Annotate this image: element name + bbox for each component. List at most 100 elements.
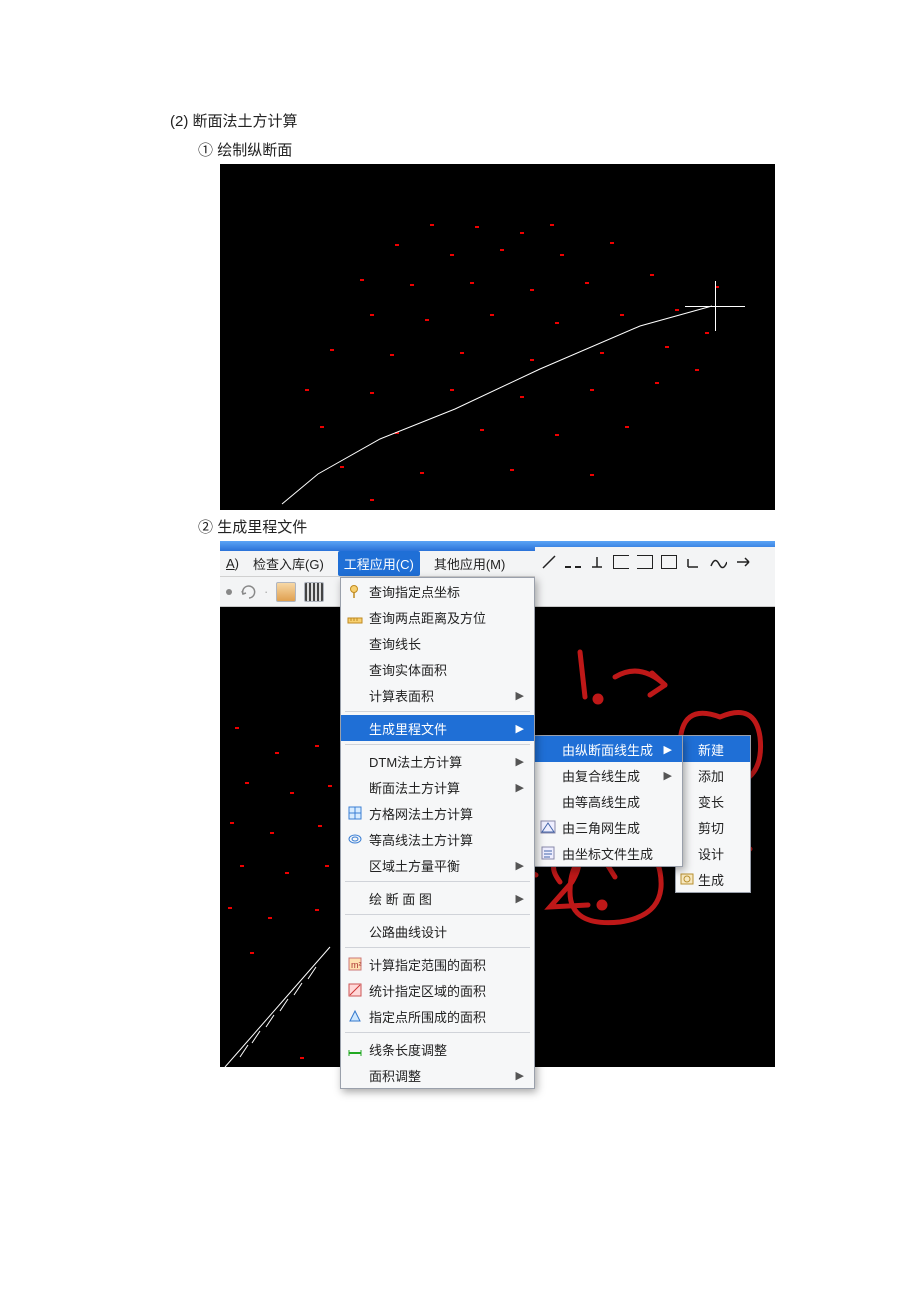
angle-tool-icon[interactable] [685,554,701,570]
cad-viewport[interactable] [220,164,775,510]
rect-open-icon[interactable] [613,555,629,569]
submenu-arrow-icon: ▶ [664,743,672,756]
rect-open2-icon[interactable] [637,555,653,569]
menu-item[interactable]: 公路曲线设计 [341,918,534,944]
dashline-tool-icon[interactable] [565,556,581,568]
subsection-title: 生成里程文件 [217,519,307,536]
document-page: (2) 断面法土方计算 ① 绘制纵断面 ② 生成里程文件 [0,0,920,1067]
menu-item[interactable]: 指定点所围成的面积 [341,1003,534,1029]
menu-separator [345,881,530,882]
arrow-tool-icon[interactable] [735,554,753,570]
undo-icon[interactable] [240,584,256,600]
submenu-arrow-icon: ▶ [516,859,524,872]
submenu-item[interactable]: 新建 [676,736,750,762]
menu-item[interactable]: A) [226,556,239,571]
menu-item-selected[interactable]: 工程应用(C) [338,551,420,576]
area1-icon: m² [347,956,363,972]
menu-item-label: DTM法土方计算 [369,752,462,771]
ruler-icon [347,609,363,625]
menu-item[interactable]: 查询实体面积 [341,656,534,682]
submenu-arrow-icon: ▶ [516,1069,524,1082]
contour-icon [347,831,363,847]
submenu-item[interactable]: 变长 [676,788,750,814]
menu-item-label: 统计指定区域的面积 [369,981,486,1000]
menu-item-label: 添加 [698,766,724,785]
rect-tool-icon[interactable] [661,555,677,569]
submenu-item[interactable]: 由等高线生成 [534,788,682,814]
cad-polyline [220,164,775,510]
menu-item-label: 查询指定点坐标 [369,582,460,601]
menu-item[interactable]: DTM法土方计算 ▶ [341,748,534,774]
submenu-arrow-icon: ▶ [516,892,524,905]
submenu-arrow-icon: ▶ [516,689,524,702]
menu-item[interactable]: 区域土方量平衡 ▶ [341,852,534,878]
section-heading: (2) 断面法土方计算 [170,110,920,131]
menu-item-label: 由三角网生成 [562,818,640,837]
menu-item-label: 由坐标文件生成 [562,844,653,863]
menu-item-label: 面积调整 [369,1066,421,1085]
area3-icon [347,1008,363,1024]
menu-item-label: 查询实体面积 [369,660,447,679]
toolbar-separator: · [264,584,268,599]
subsection-heading: ① 绘制纵断面 [198,139,920,160]
menu-separator [345,914,530,915]
menu-item[interactable]: 查询指定点坐标 [341,578,534,604]
submenu-item[interactable]: 设计 [676,840,750,866]
menu-item[interactable]: 断面法土方计算▶ [341,774,534,800]
submenu-mileage: 由纵断面线生成▶由复合线生成▶由等高线生成由三角网生成由坐标文件生成 [533,735,683,867]
menu-item-label: 方格网法土方计算 [369,804,473,823]
submenu-item[interactable]: 由坐标文件生成 [534,840,682,866]
menu-item[interactable]: 计算表面积 ▶ [341,682,534,708]
toolbar-button[interactable] [276,582,296,602]
menu-item-label: 生成里程文件 [369,719,447,738]
menu-item-label: 计算表面积 [369,686,434,705]
menu-item[interactable]: 检查入库(G) [253,554,324,573]
toolbar-button[interactable] [304,582,324,602]
menu-item-label: 由纵断面线生成 [562,740,653,759]
menu-separator [345,1032,530,1033]
menu-item-label: 变长 [698,792,724,811]
area2-icon [347,982,363,998]
submenu-item[interactable]: 由复合线生成▶ [534,762,682,788]
menu-item-label: 区域土方量平衡 [369,856,460,875]
menu-item[interactable]: 等高线法土方计算 [341,826,534,852]
line-tool-icon[interactable] [541,554,557,570]
submenu-item[interactable]: 由三角网生成 [534,814,682,840]
submenu-arrow-icon: ▶ [516,722,524,735]
file-icon [540,845,556,861]
submenu-arrow-icon: ▶ [664,769,672,782]
menu-item-label: 公路曲线设计 [369,922,447,941]
submenu-item[interactable]: 添加 [676,762,750,788]
menu-item-label: 计算指定范围的面积 [369,955,486,974]
menu-item-label: 查询线长 [369,634,421,653]
perp-tool-icon[interactable] [589,554,605,570]
menu-item[interactable]: 统计指定区域的面积 [341,977,534,1003]
linelen-icon [347,1041,363,1057]
subsection-title: 绘制纵断面 [217,142,292,159]
menu-item-label: 设计 [698,844,724,863]
menu-item-label: 生成 [698,870,724,889]
submenu-item[interactable]: 生成 [676,866,750,892]
menu-item[interactable]: 其他应用(M) [434,554,506,573]
toolbar-dot-icon [226,589,232,595]
menu-separator [345,947,530,948]
menu-item[interactable]: 查询线长 [341,630,534,656]
menu-item[interactable]: m² 计算指定范围的面积 [341,951,534,977]
menu-item-label: 线条长度调整 [369,1040,447,1059]
menu-item[interactable]: 生成里程文件 ▶ [341,715,534,741]
submenu-item[interactable]: 剪切 [676,814,750,840]
curve-tool-icon[interactable] [709,554,727,570]
menu-item[interactable]: 线条长度调整 [341,1036,534,1062]
cad-tick-line [220,607,340,1067]
menu-item[interactable]: 绘 断 面 图▶ [341,885,534,911]
submenu-arrow-icon: ▶ [516,755,524,768]
submenu-item[interactable]: 由纵断面线生成 ▶ [534,736,682,762]
menu-item[interactable]: 查询两点距离及方位 [341,604,534,630]
menu-separator [345,744,530,745]
menu-item-label: 新建 [698,740,724,759]
menu-item[interactable]: 方格网法土方计算 [341,800,534,826]
cad-body[interactable]: 查询指定点坐标查询两点距离及方位查询线长查询实体面积计算表面积▶生成里程文件▶D… [220,607,775,1067]
menu-item[interactable]: 面积调整 ▶ [341,1062,534,1088]
subsection-heading: ② 生成里程文件 [198,516,920,537]
menu-item-label: 查询两点距离及方位 [369,608,486,627]
